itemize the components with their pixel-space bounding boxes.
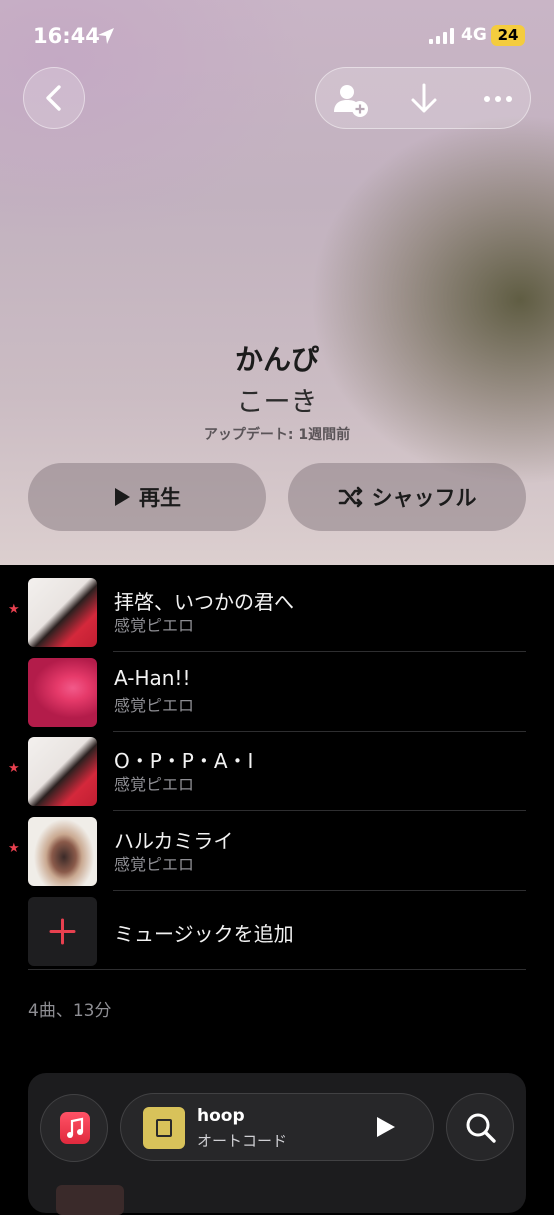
status-bar: 16:44 4G 24 xyxy=(0,18,554,54)
now-playing-artist: オートコード xyxy=(197,1132,288,1150)
divider xyxy=(113,890,526,891)
add-icon xyxy=(28,897,97,966)
track-artist: 感覚ピエロ xyxy=(114,696,195,715)
add-music-row[interactable]: ミュージックを追加 xyxy=(0,893,554,970)
track-title: ハルカミライ xyxy=(114,829,234,853)
play-icon[interactable] xyxy=(373,1115,397,1139)
divider xyxy=(28,969,526,970)
play-button[interactable]: 再生 xyxy=(28,463,266,531)
favorite-star-icon: ★ xyxy=(8,841,20,856)
search-icon xyxy=(466,1113,496,1143)
action-pill xyxy=(315,67,531,129)
back-button[interactable] xyxy=(23,67,85,129)
chevron-left-icon xyxy=(46,85,61,111)
track-artist: 感覚ピエロ xyxy=(114,775,195,794)
play-icon xyxy=(115,488,130,506)
music-app-button[interactable] xyxy=(40,1094,108,1162)
playlist-header: 16:44 4G 24 かんぴ こーき アップデート: 1週間前 再生 シャッフ… xyxy=(0,0,554,565)
track-title: O・P・P・A・I xyxy=(114,749,254,773)
card-thumbnail xyxy=(56,1185,124,1215)
now-playing-title: hoop xyxy=(197,1106,245,1126)
favorite-star-icon: ★ xyxy=(8,761,20,776)
search-button[interactable] xyxy=(446,1093,514,1161)
battery-indicator: 24 xyxy=(491,25,525,46)
more-icon[interactable] xyxy=(492,757,520,779)
shuffle-icon xyxy=(338,486,362,508)
now-playing-art xyxy=(143,1107,185,1149)
track-row[interactable]: ★ O・P・P・A・I 感覚ピエロ xyxy=(0,731,554,811)
add-person-icon[interactable] xyxy=(330,79,370,119)
playlist-owner[interactable]: こーき xyxy=(0,380,554,419)
mini-player[interactable]: hoop オートコード xyxy=(120,1093,434,1161)
album-art xyxy=(28,578,97,647)
album-art xyxy=(28,658,97,727)
track-title: A-Han!! xyxy=(114,666,191,690)
track-row[interactable]: ★ 拝啓、いつかの君へ 感覚ピエロ xyxy=(0,572,554,652)
track-row[interactable]: ★ ハルカミライ 感覚ピエロ xyxy=(0,811,554,891)
track-artist: 感覚ピエロ xyxy=(114,616,195,635)
download-icon[interactable] xyxy=(404,79,444,119)
add-music-label: ミュージックを追加 xyxy=(114,922,294,946)
location-arrow-icon xyxy=(98,28,114,44)
play-label: 再生 xyxy=(139,486,181,510)
more-icon[interactable] xyxy=(492,598,520,620)
more-icon[interactable] xyxy=(492,837,520,859)
playlist-title: かんぴ xyxy=(234,343,319,376)
track-artist: 感覚ピエロ xyxy=(114,855,195,874)
shuffle-button[interactable]: シャッフル xyxy=(288,463,526,531)
track-title: 拝啓、いつかの君へ xyxy=(114,590,294,614)
favorite-star-icon: ★ xyxy=(8,602,20,617)
playlist-summary: 4曲、13分 xyxy=(28,1001,112,1021)
network-type: 4G xyxy=(461,25,487,45)
track-row[interactable]: A-Han!! 感覚ピエロ xyxy=(0,652,554,732)
more-icon[interactable] xyxy=(492,678,520,700)
album-art xyxy=(28,737,97,806)
album-art xyxy=(28,817,97,886)
signal-icon xyxy=(429,28,455,44)
more-icon[interactable] xyxy=(478,79,518,119)
shuffle-label: シャッフル xyxy=(371,486,477,510)
playlist-updated: アップデート: 1週間前 xyxy=(203,427,351,443)
status-time: 16:44 xyxy=(33,24,100,48)
music-note-icon xyxy=(60,1112,90,1144)
